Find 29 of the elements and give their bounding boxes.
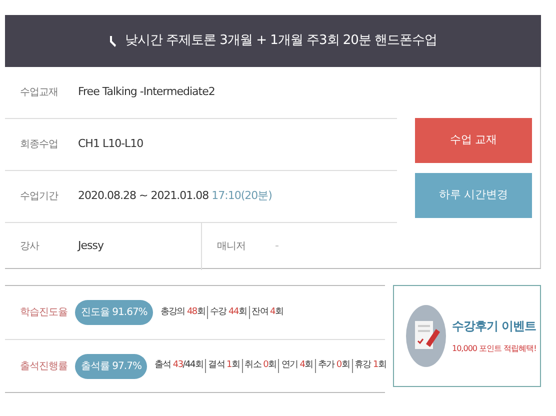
field-value: 2020.08.28 ~ 2021.01.08 17:10(20분) xyxy=(78,188,272,204)
stat-item: 잔여 4회 xyxy=(248,306,286,320)
action-button[interactable]: 수업 교재 xyxy=(415,118,532,163)
stat-item: 수강 44회 xyxy=(207,306,249,320)
field-value: Jessy xyxy=(78,238,104,254)
event-title: 수강후기 이벤트 xyxy=(452,318,536,335)
field-label: 회종수업 xyxy=(20,138,59,152)
event-subtitle: 10,000 포인트 적립혜택! xyxy=(452,343,536,355)
stat-label: 학습진도율 xyxy=(20,306,68,320)
stat-item: 출석 43/44회 xyxy=(153,359,204,372)
field-label: 매니저 xyxy=(217,240,246,254)
stat-item: 취소 0회 xyxy=(242,359,278,373)
stat-item: 추가 0회 xyxy=(314,359,352,373)
stat-item: 연기 4회 xyxy=(278,359,315,373)
field-label: 수업교재 xyxy=(20,86,59,100)
field-label: 수업기간 xyxy=(20,190,60,204)
rate-pill: 출석률 97.7% xyxy=(75,354,148,378)
stat-label: 출석진행률 xyxy=(20,360,68,374)
field-value: Free Talking -Intermediate2 xyxy=(78,84,215,100)
event-banner[interactable]: 수강후기 이벤트 10,000 포인트 적립혜택! xyxy=(393,285,541,387)
stat-item: 총강의 48회 xyxy=(159,306,206,319)
rate-pill: 진도율 91.67% xyxy=(75,300,154,325)
field-value: CH1 L10-L10 xyxy=(78,136,144,152)
course-title: 낮시간 주제토론 3개월 + 1개월 주3회 20분 핸드폰수업 xyxy=(124,32,438,50)
field-label: 강사 xyxy=(20,240,40,254)
stat-item: 결석 1회 xyxy=(205,359,242,373)
field-value: - xyxy=(275,238,278,254)
stat-item: 휴강 1회 xyxy=(352,359,388,373)
action-button[interactable]: 하루 시간변경 xyxy=(415,173,532,218)
